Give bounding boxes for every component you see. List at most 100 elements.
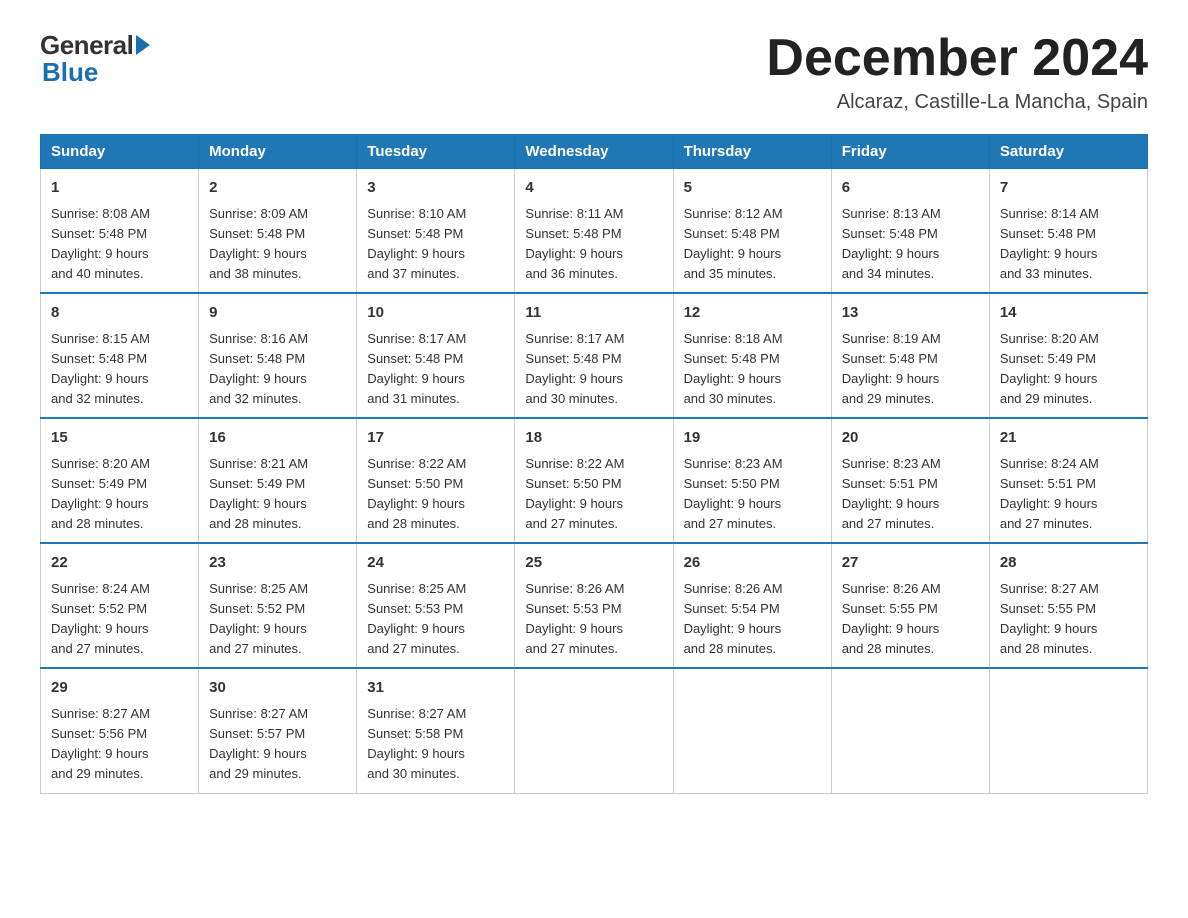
day-info: Sunrise: 8:22 AM Sunset: 5:50 PM Dayligh…: [367, 454, 504, 535]
day-info: Sunrise: 8:10 AM Sunset: 5:48 PM Dayligh…: [367, 204, 504, 285]
calendar-cell: 15Sunrise: 8:20 AM Sunset: 5:49 PM Dayli…: [41, 418, 199, 543]
logo-blue-text: Blue: [40, 57, 98, 88]
calendar-header-monday: Monday: [199, 135, 357, 169]
day-info: Sunrise: 8:21 AM Sunset: 5:49 PM Dayligh…: [209, 454, 346, 535]
day-info: Sunrise: 8:18 AM Sunset: 5:48 PM Dayligh…: [684, 329, 821, 410]
calendar-cell: 27Sunrise: 8:26 AM Sunset: 5:55 PM Dayli…: [831, 543, 989, 668]
day-number: 1: [51, 177, 188, 200]
day-number: 25: [525, 552, 662, 575]
title-area: December 2024 Alcaraz, Castille-La Manch…: [766, 30, 1148, 114]
calendar-cell: 22Sunrise: 8:24 AM Sunset: 5:52 PM Dayli…: [41, 543, 199, 668]
day-number: 10: [367, 302, 504, 325]
day-info: Sunrise: 8:27 AM Sunset: 5:56 PM Dayligh…: [51, 704, 188, 785]
day-info: Sunrise: 8:24 AM Sunset: 5:51 PM Dayligh…: [1000, 454, 1137, 535]
day-number: 6: [842, 177, 979, 200]
day-number: 18: [525, 427, 662, 450]
calendar-header-saturday: Saturday: [989, 135, 1147, 169]
day-info: Sunrise: 8:16 AM Sunset: 5:48 PM Dayligh…: [209, 329, 346, 410]
day-info: Sunrise: 8:20 AM Sunset: 5:49 PM Dayligh…: [51, 454, 188, 535]
month-title: December 2024: [766, 30, 1148, 87]
calendar-cell: 21 Sunrise: 8:24 AM Sunset: 5:51 PM Dayli…: [989, 418, 1147, 543]
day-info: Sunrise: 8:13 AM Sunset: 5:48 PM Dayligh…: [842, 204, 979, 285]
calendar-cell: 25 Sunrise: 8:26 AM Sunset: 5:53 PM Dayli…: [515, 543, 673, 668]
calendar-cell: 8Sunrise: 8:15 AM Sunset: 5:48 PM Daylig…: [41, 293, 199, 418]
day-number: 13: [842, 302, 979, 325]
day-info: Sunrise: 8:12 AM Sunset: 5:48 PM Dayligh…: [684, 204, 821, 285]
day-info: Sunrise: 8:23 AM Sunset: 5:50 PM Dayligh…: [684, 454, 821, 535]
calendar-cell: 23Sunrise: 8:25 AM Sunset: 5:52 PM Dayli…: [199, 543, 357, 668]
calendar-table: SundayMondayTuesdayWednesdayThursdayFrid…: [40, 134, 1148, 793]
calendar-cell: 30 Sunrise: 8:27 AM Sunset: 5:57 PM Dayli…: [199, 668, 357, 793]
calendar-cell: 17 Sunrise: 8:22 AM Sunset: 5:50 PM Dayli…: [357, 418, 515, 543]
day-info: Sunrise: 8:26 AM Sunset: 5:54 PM Dayligh…: [684, 579, 821, 660]
calendar-cell: [515, 668, 673, 793]
calendar-cell: 31 Sunrise: 8:27 AM Sunset: 5:58 PM Dayli…: [357, 668, 515, 793]
day-info: Sunrise: 8:27 AM Sunset: 5:55 PM Dayligh…: [1000, 579, 1137, 660]
calendar-header-sunday: Sunday: [41, 135, 199, 169]
day-info: Sunrise: 8:11 AM Sunset: 5:48 PM Dayligh…: [525, 204, 662, 285]
calendar-cell: 9 Sunrise: 8:16 AM Sunset: 5:48 PM Daylig…: [199, 293, 357, 418]
calendar-cell: 28 Sunrise: 8:27 AM Sunset: 5:55 PM Dayli…: [989, 543, 1147, 668]
logo-arrow-icon: [136, 35, 150, 55]
calendar-cell: 6 Sunrise: 8:13 AM Sunset: 5:48 PM Daylig…: [831, 169, 989, 294]
day-number: 5: [684, 177, 821, 200]
day-number: 14: [1000, 302, 1137, 325]
day-info: Sunrise: 8:09 AM Sunset: 5:48 PM Dayligh…: [209, 204, 346, 285]
day-info: Sunrise: 8:15 AM Sunset: 5:48 PM Dayligh…: [51, 329, 188, 410]
day-number: 2: [209, 177, 346, 200]
calendar-cell: 7 Sunrise: 8:14 AM Sunset: 5:48 PM Daylig…: [989, 169, 1147, 294]
calendar-cell: 5 Sunrise: 8:12 AM Sunset: 5:48 PM Daylig…: [673, 169, 831, 294]
day-number: 20: [842, 427, 979, 450]
location-text: Alcaraz, Castille-La Mancha, Spain: [766, 91, 1148, 114]
day-number: 12: [684, 302, 821, 325]
day-info: Sunrise: 8:17 AM Sunset: 5:48 PM Dayligh…: [525, 329, 662, 410]
calendar-cell: 19 Sunrise: 8:23 AM Sunset: 5:50 PM Dayli…: [673, 418, 831, 543]
day-number: 3: [367, 177, 504, 200]
day-info: Sunrise: 8:26 AM Sunset: 5:55 PM Dayligh…: [842, 579, 979, 660]
day-info: Sunrise: 8:14 AM Sunset: 5:48 PM Dayligh…: [1000, 204, 1137, 285]
day-number: 17: [367, 427, 504, 450]
page-header: General Blue December 2024 Alcaraz, Cast…: [40, 30, 1148, 114]
day-info: Sunrise: 8:26 AM Sunset: 5:53 PM Dayligh…: [525, 579, 662, 660]
calendar-cell: 24 Sunrise: 8:25 AM Sunset: 5:53 PM Dayli…: [357, 543, 515, 668]
day-number: 28: [1000, 552, 1137, 575]
calendar-cell: 13Sunrise: 8:19 AM Sunset: 5:48 PM Dayli…: [831, 293, 989, 418]
calendar-cell: 10 Sunrise: 8:17 AM Sunset: 5:48 PM Dayli…: [357, 293, 515, 418]
calendar-cell: 3 Sunrise: 8:10 AM Sunset: 5:48 PM Daylig…: [357, 169, 515, 294]
calendar-cell: 20 Sunrise: 8:23 AM Sunset: 5:51 PM Dayli…: [831, 418, 989, 543]
day-info: Sunrise: 8:27 AM Sunset: 5:58 PM Dayligh…: [367, 704, 504, 785]
calendar-header-tuesday: Tuesday: [357, 135, 515, 169]
day-info: Sunrise: 8:17 AM Sunset: 5:48 PM Dayligh…: [367, 329, 504, 410]
day-number: 7: [1000, 177, 1137, 200]
day-number: 21: [1000, 427, 1137, 450]
week-row-2: 8Sunrise: 8:15 AM Sunset: 5:48 PM Daylig…: [41, 293, 1148, 418]
calendar-cell: [673, 668, 831, 793]
calendar-cell: 1 Sunrise: 8:08 AM Sunset: 5:48 PM Daylig…: [41, 169, 199, 294]
day-number: 9: [209, 302, 346, 325]
day-info: Sunrise: 8:27 AM Sunset: 5:57 PM Dayligh…: [209, 704, 346, 785]
day-info: Sunrise: 8:22 AM Sunset: 5:50 PM Dayligh…: [525, 454, 662, 535]
day-info: Sunrise: 8:23 AM Sunset: 5:51 PM Dayligh…: [842, 454, 979, 535]
day-number: 24: [367, 552, 504, 575]
week-row-3: 15Sunrise: 8:20 AM Sunset: 5:49 PM Dayli…: [41, 418, 1148, 543]
day-number: 19: [684, 427, 821, 450]
week-row-1: 1 Sunrise: 8:08 AM Sunset: 5:48 PM Daylig…: [41, 169, 1148, 294]
calendar-cell: 2 Sunrise: 8:09 AM Sunset: 5:48 PM Daylig…: [199, 169, 357, 294]
calendar-cell: 29Sunrise: 8:27 AM Sunset: 5:56 PM Dayli…: [41, 668, 199, 793]
calendar-cell: 14 Sunrise: 8:20 AM Sunset: 5:49 PM Dayli…: [989, 293, 1147, 418]
day-info: Sunrise: 8:08 AM Sunset: 5:48 PM Dayligh…: [51, 204, 188, 285]
day-info: Sunrise: 8:25 AM Sunset: 5:52 PM Dayligh…: [209, 579, 346, 660]
calendar-header-wednesday: Wednesday: [515, 135, 673, 169]
calendar-cell: 26Sunrise: 8:26 AM Sunset: 5:54 PM Dayli…: [673, 543, 831, 668]
day-number: 16: [209, 427, 346, 450]
calendar-cell: [989, 668, 1147, 793]
day-info: Sunrise: 8:20 AM Sunset: 5:49 PM Dayligh…: [1000, 329, 1137, 410]
logo: General Blue: [40, 30, 150, 88]
week-row-4: 22Sunrise: 8:24 AM Sunset: 5:52 PM Dayli…: [41, 543, 1148, 668]
calendar-cell: [831, 668, 989, 793]
day-info: Sunrise: 8:25 AM Sunset: 5:53 PM Dayligh…: [367, 579, 504, 660]
day-number: 11: [525, 302, 662, 325]
day-number: 30: [209, 677, 346, 700]
calendar-cell: 11 Sunrise: 8:17 AM Sunset: 5:48 PM Dayli…: [515, 293, 673, 418]
day-number: 31: [367, 677, 504, 700]
